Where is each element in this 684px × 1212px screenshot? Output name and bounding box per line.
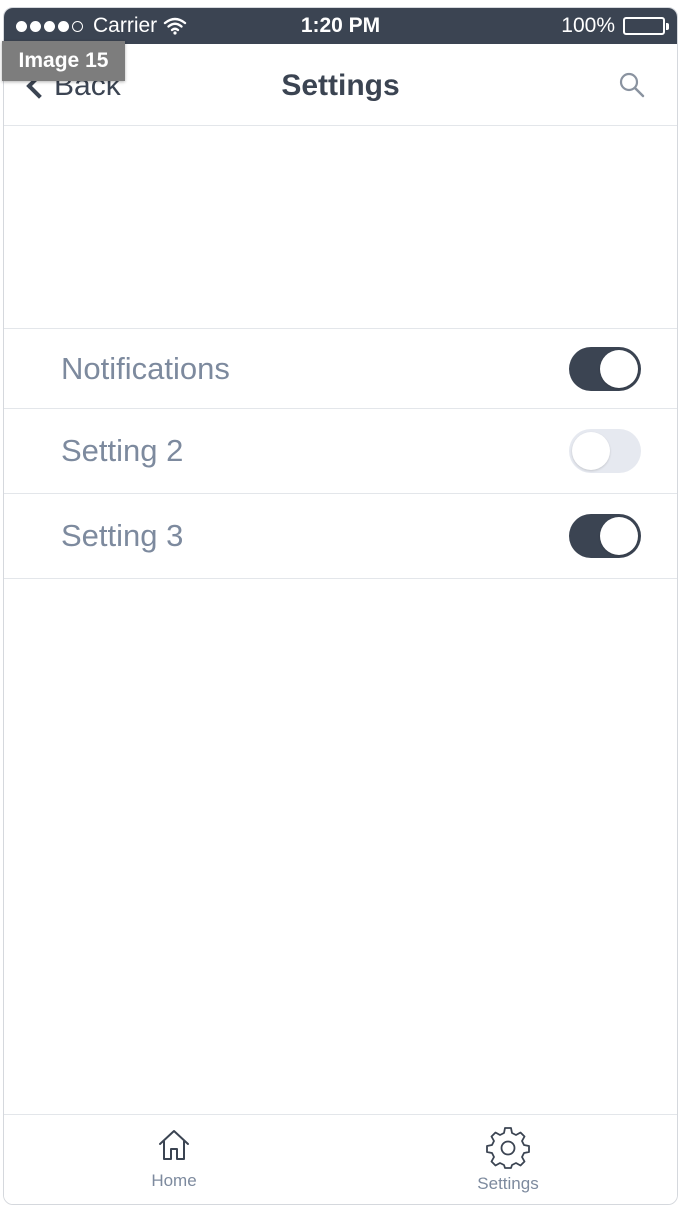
setting-2-toggle[interactable]	[569, 429, 641, 473]
gear-icon	[486, 1127, 530, 1169]
toggle-knob	[600, 349, 638, 388]
setting-label: Setting 2	[61, 433, 184, 468]
tab-settings-label: Settings	[477, 1174, 539, 1193]
setting-3-toggle[interactable]	[569, 514, 641, 558]
setting-label: Notifications	[61, 350, 230, 386]
phone-frame: Carrier 1:20 PM 100% Back Settings Notif…	[3, 7, 678, 1205]
tab-home-label: Home	[151, 1171, 197, 1190]
search-icon[interactable]	[617, 70, 647, 100]
setting-row-notifications: Notifications	[4, 329, 677, 409]
home-icon	[159, 1130, 189, 1160]
setting-row-setting-3: Setting 3	[4, 494, 677, 579]
setting-row-setting-2: Setting 2	[4, 409, 677, 494]
status-right: 100%	[561, 8, 669, 44]
battery-percent: 100%	[561, 14, 615, 37]
status-bar: Carrier 1:20 PM 100%	[4, 8, 677, 44]
tab-home[interactable]: Home	[114, 1115, 234, 1204]
battery-icon	[623, 17, 669, 35]
image-label-badge: Image 15	[2, 41, 125, 81]
toggle-knob	[572, 432, 610, 470]
toggle-knob	[600, 517, 638, 555]
notifications-toggle[interactable]	[569, 346, 641, 391]
tab-bar: Home Settings	[4, 1114, 677, 1204]
settings-list: Notifications Setting 2 Setting 3	[4, 328, 677, 579]
setting-label: Setting 3	[61, 518, 184, 553]
tab-settings[interactable]: Settings	[448, 1115, 568, 1204]
